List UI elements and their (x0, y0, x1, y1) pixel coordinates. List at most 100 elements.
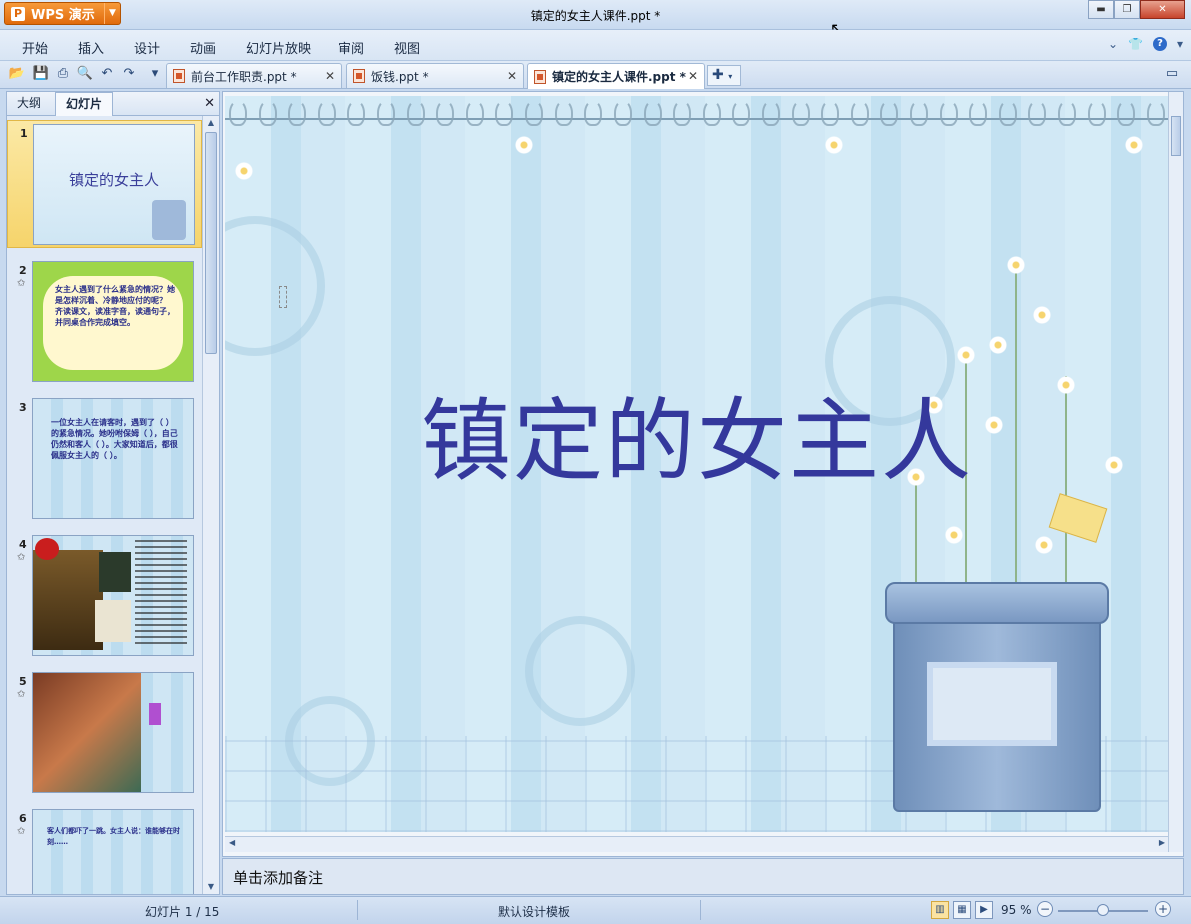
close-tab-icon[interactable]: ✕ (688, 69, 698, 83)
close-window-button[interactable]: ✕ (1140, 0, 1185, 19)
ribbon-collapse-icon[interactable]: ⌄ (1108, 37, 1118, 51)
menu-slideshow[interactable]: 幻灯片放映 (246, 38, 311, 57)
slide-sorter-icon[interactable]: ▦ (953, 901, 971, 919)
close-pane-icon[interactable]: ✕ (204, 96, 215, 111)
doc-tab-active[interactable]: 镇定的女主人课件.ppt * ✕ (527, 63, 705, 89)
doc-tab[interactable]: 前台工作职责.ppt * ✕ (166, 63, 342, 88)
normal-view-icon[interactable]: ▥ (931, 901, 949, 919)
menu-design[interactable]: 设计 (134, 38, 160, 57)
save-icon[interactable]: 💾 (32, 65, 50, 83)
open-folder-icon[interactable]: 📂 (8, 65, 26, 83)
ring-icon (436, 100, 455, 126)
current-slide[interactable]: 镇定的女主人 (225, 96, 1169, 832)
ring-icon (1117, 100, 1136, 126)
doc-tab[interactable]: 饭钱.ppt * ✕ (346, 63, 524, 88)
horizontal-scrollbar[interactable]: ◀ ▶ (225, 836, 1169, 852)
tab-slides[interactable]: 幻灯片 (55, 92, 114, 116)
animation-star-icon: ✩ (17, 689, 26, 700)
print-preview-icon[interactable]: 🔍 (76, 65, 94, 83)
badge-icon (35, 538, 59, 560)
ring-icon (880, 100, 899, 126)
ring-icon (495, 100, 514, 126)
menu-view[interactable]: 视图 (394, 38, 420, 57)
window-layout-icon[interactable]: ▭ (1163, 65, 1181, 83)
ring-icon (465, 100, 484, 126)
minimize-button[interactable]: ▬ (1088, 0, 1114, 19)
customize-toolbar-icon[interactable]: ▾ (146, 65, 164, 83)
zoom-slider-knob[interactable] (1097, 904, 1109, 916)
thumbnail-slide-1[interactable]: 1 镇定的女主人 (7, 120, 202, 248)
flower-icon (515, 136, 533, 154)
slide-preview: 一位女主人在请客时，遇到了（ ）的紧急情况。她吩咐保姆（ ），自己仍然和客人（ … (32, 398, 194, 519)
title-bar: P WPS 演示 ▼ 镇定的女主人课件.ppt * ▬ ❐ ✕ ↖ (0, 0, 1191, 38)
snake-photo-small (99, 552, 131, 592)
zoom-out-icon[interactable]: − (1037, 901, 1053, 917)
close-tab-icon[interactable]: ✕ (507, 69, 517, 83)
flower-pot-rim (885, 582, 1109, 624)
doc-tab-label: 前台工作职责.ppt * (191, 69, 297, 84)
ring-icon (1028, 100, 1047, 126)
print-icon[interactable]: ⎙ (54, 65, 72, 83)
undo-icon[interactable]: ↶ (98, 65, 116, 83)
window-controls: ▬ ❐ ✕ (1088, 0, 1185, 19)
slide-preview: 客人们都吓了一跳。女主人说：谁能够在时刻…… (32, 809, 194, 894)
help-dropdown-icon[interactable]: ▾ (1177, 37, 1183, 51)
thumbnail-slide-2[interactable]: 2 ✩ 女主人遇到了什么紧急的情况？她是怎样沉着、冷静地应付的呢？ 齐读课文，读… (7, 258, 202, 386)
ring-icon (732, 100, 751, 126)
ring-icon (1146, 100, 1165, 126)
slide-preview (32, 672, 194, 793)
thumbnail-scrollbar[interactable]: ▲ ▼ (202, 116, 219, 894)
slide-indicator: 幻灯片 1 / 15 (145, 905, 220, 919)
menu-home[interactable]: 开始 (22, 38, 48, 57)
slide-number: 3 (19, 401, 27, 414)
thumbnail-slide-3[interactable]: 3 一位女主人在请客时，遇到了（ ）的紧急情况。她吩咐保姆（ ），自己仍然和客人… (7, 395, 202, 523)
flower-icon (1033, 306, 1051, 324)
close-tab-icon[interactable]: ✕ (325, 69, 335, 83)
slide-preview-text: 一位女主人在请客时，遇到了（ ）的紧急情况。她吩咐保姆（ ），自己仍然和客人（ … (51, 418, 178, 460)
tab-outline[interactable]: 大纲 (7, 92, 51, 116)
notes-pane[interactable]: 单击添加备注 (222, 858, 1184, 895)
animation-star-icon: ✩ (17, 278, 26, 289)
slide-preview-text: 客人们都吓了一跳。女主人说：谁能够在时刻…… (47, 827, 180, 846)
decorative-circle (225, 216, 325, 356)
flower-icon (945, 526, 963, 544)
ring-icon (643, 100, 662, 126)
template-name[interactable]: 默认设计模板 (498, 903, 570, 920)
scroll-thumb[interactable] (1171, 116, 1181, 156)
slide-preview-text: 女主人遇到了什么紧急的情况？她是怎样沉着、冷静地应付的呢？ 齐读课文，读准字音，… (55, 285, 175, 327)
thumbnail-slide-4[interactable]: 4 ✩ (7, 532, 202, 660)
new-tab-button[interactable]: ✚ ▾ (707, 65, 741, 86)
skin-icon[interactable]: 👕 (1128, 37, 1143, 51)
envelope-illustration (1048, 493, 1108, 543)
flower-icon (957, 346, 975, 364)
slide-text-block (135, 540, 187, 648)
snake-sketch (95, 600, 131, 642)
thumbnail-slide-5[interactable]: 5 ✩ (7, 669, 202, 797)
slide-number: 4 (19, 538, 27, 551)
ring-icon (673, 100, 692, 126)
scroll-thumb[interactable] (205, 132, 217, 354)
ring-icon (229, 100, 247, 126)
menu-insert[interactable]: 插入 (78, 38, 104, 57)
thumbnail-slide-6[interactable]: 6 ✩ 客人们都吓了一跳。女主人说：谁能够在时刻…… (7, 806, 202, 894)
zoom-in-icon[interactable]: + (1155, 901, 1171, 917)
ring-icon (969, 100, 988, 126)
editor-vertical-scrollbar[interactable] (1168, 92, 1183, 852)
menu-animation[interactable]: 动画 (190, 38, 216, 57)
menu-right-tools: ⌄ 👕 ? ▾ (1108, 37, 1183, 51)
zoom-level: 95 % (1001, 903, 1032, 917)
flower-icon (235, 162, 253, 180)
scroll-right-icon[interactable]: ▶ (1159, 838, 1165, 847)
slideshow-icon[interactable]: ▶ (975, 901, 993, 919)
slides-pane: 大纲 幻灯片 ✕ 1 镇定的女主人 2 ✩ 女主人遇到了什么紧急的情况？她是怎样… (6, 91, 220, 895)
menu-review[interactable]: 审阅 (338, 38, 364, 57)
text-cursor-placeholder[interactable] (279, 286, 287, 308)
maximize-button[interactable]: ❐ (1114, 0, 1140, 19)
scroll-down-icon[interactable]: ▼ (203, 880, 219, 894)
slide-title[interactable]: 镇定的女主人 (225, 368, 1169, 498)
redo-icon[interactable]: ↷ (120, 65, 138, 83)
flower-icon (825, 136, 843, 154)
scroll-left-icon[interactable]: ◀ (229, 838, 235, 847)
scroll-up-icon[interactable]: ▲ (203, 116, 219, 130)
help-icon[interactable]: ? (1152, 37, 1167, 51)
